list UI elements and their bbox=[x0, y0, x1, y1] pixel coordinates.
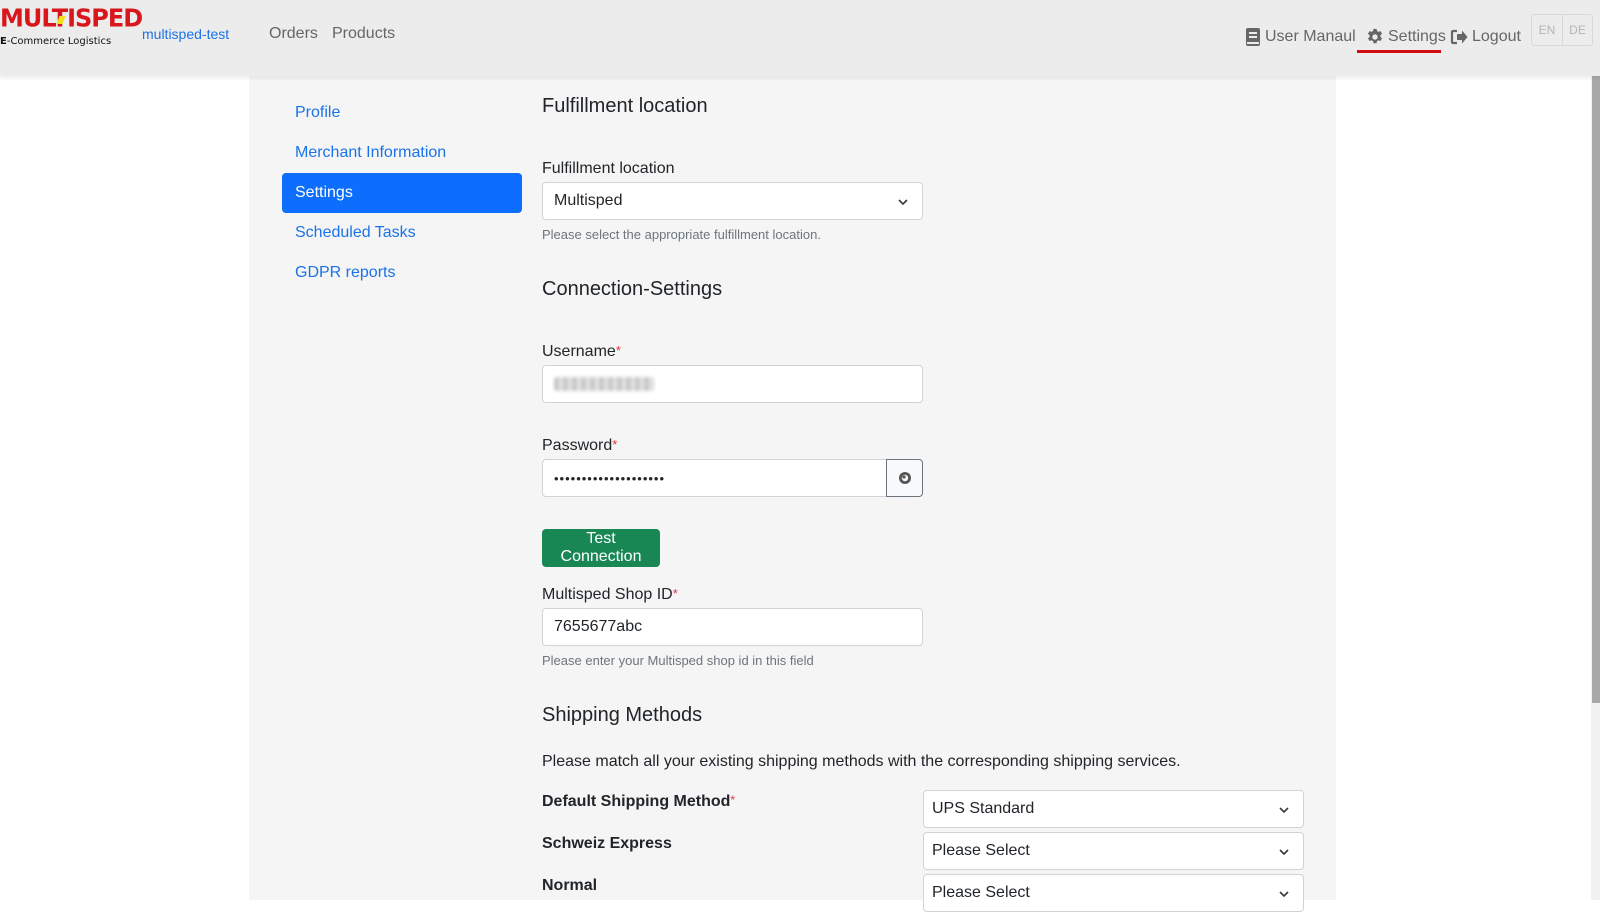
fulfillment-location-label: Fulfillment location bbox=[542, 160, 675, 177]
sidebar-item-merchant-information[interactable]: Merchant Information bbox=[282, 133, 522, 173]
shipping-intro-text: Please match all your existing shipping … bbox=[542, 753, 1181, 770]
chevron-down-icon bbox=[1279, 849, 1289, 856]
user-manual-label: User Manaul bbox=[1265, 28, 1356, 45]
multisped-logo[interactable]: MULTISPED E-Commerce Logistics bbox=[0, 2, 143, 50]
username-redacted-value bbox=[554, 377, 654, 391]
lang-de-button[interactable]: DE bbox=[1562, 15, 1592, 45]
eye-icon bbox=[898, 472, 911, 484]
shipping-select-schweiz-express-value: Please Select bbox=[932, 842, 1030, 859]
shop-name-link[interactable]: multisped-test bbox=[142, 26, 229, 42]
page-scrollbar-thumb[interactable] bbox=[1592, 76, 1600, 703]
shipping-select-schweiz-express[interactable]: Please Select bbox=[923, 832, 1304, 870]
shop-id-help: Please enter your Multisped shop id in t… bbox=[542, 653, 814, 668]
nav-products[interactable]: Products bbox=[332, 25, 395, 43]
shipping-select-default[interactable]: UPS Standard bbox=[923, 790, 1304, 828]
chevron-down-icon bbox=[1279, 807, 1289, 814]
connection-section-title: Connection-Settings bbox=[542, 278, 723, 300]
required-asterisk: * bbox=[612, 437, 618, 452]
required-asterisk: * bbox=[672, 586, 678, 601]
sidebar-item-gdpr-reports[interactable]: GDPR reports bbox=[282, 253, 522, 293]
shop-id-input[interactable]: 7655677abc bbox=[542, 608, 923, 646]
password-input[interactable]: •••••••••••••••••••• bbox=[542, 459, 887, 497]
sidebar-item-settings[interactable]: Settings bbox=[282, 173, 522, 213]
nav-orders[interactable]: Orders bbox=[269, 25, 318, 43]
fulfillment-section-title: Fulfillment location bbox=[542, 95, 708, 117]
password-masked-value: •••••••••••••••••••• bbox=[554, 470, 666, 486]
chevron-down-icon bbox=[1279, 891, 1289, 898]
required-asterisk: * bbox=[730, 793, 736, 807]
shipping-row-label-normal: Normal bbox=[542, 877, 598, 894]
logout-link[interactable]: Logout bbox=[1450, 22, 1521, 52]
shipping-select-normal[interactable]: Please Select bbox=[923, 874, 1304, 912]
sidebar-item-scheduled-tasks[interactable]: Scheduled Tasks bbox=[282, 213, 522, 253]
chevron-down-icon bbox=[898, 199, 908, 206]
required-asterisk: * bbox=[615, 343, 621, 358]
username-label: Username* bbox=[542, 343, 621, 360]
fulfillment-location-help: Please select the appropriate fulfillmen… bbox=[542, 227, 821, 242]
logo-tagline: E-Commerce Logistics bbox=[0, 36, 112, 47]
shipping-select-default-value: UPS Standard bbox=[932, 800, 1035, 817]
toggle-password-visibility-button[interactable] bbox=[886, 459, 923, 497]
password-label: Password* bbox=[542, 437, 618, 454]
user-manual-link[interactable]: User Manaul bbox=[1245, 22, 1356, 52]
test-connection-button[interactable]: Test Connection bbox=[542, 529, 660, 567]
lang-en-button[interactable]: EN bbox=[1532, 15, 1562, 45]
shipping-section-title: Shipping Methods bbox=[542, 704, 703, 726]
language-switcher: EN DE bbox=[1531, 14, 1593, 46]
top-navbar: MULTISPED E-Commerce Logistics multisped… bbox=[0, 0, 1600, 76]
fulfillment-location-select[interactable]: Multisped bbox=[542, 182, 923, 220]
logo-brand-text: MULTISPED bbox=[0, 3, 143, 33]
shipping-row-label-default: Default Shipping Method* bbox=[542, 793, 736, 810]
logout-label: Logout bbox=[1472, 28, 1521, 45]
settings-label: Settings bbox=[1388, 28, 1446, 45]
sidebar-item-profile[interactable]: Profile bbox=[282, 93, 522, 133]
book-icon bbox=[1245, 27, 1261, 47]
gear-icon bbox=[1366, 28, 1384, 46]
shipping-row-label-schweiz-express: Schweiz Express bbox=[542, 835, 672, 852]
sign-out-icon bbox=[1450, 29, 1468, 45]
shipping-select-normal-value: Please Select bbox=[932, 884, 1030, 901]
shop-id-value: 7655677abc bbox=[554, 618, 643, 635]
settings-link[interactable]: Settings bbox=[1366, 22, 1446, 52]
username-input[interactable] bbox=[542, 365, 923, 403]
active-nav-underline bbox=[1357, 50, 1441, 53]
shop-id-label: Multisped Shop ID* bbox=[542, 586, 678, 603]
fulfillment-location-value: Multisped bbox=[554, 192, 623, 209]
